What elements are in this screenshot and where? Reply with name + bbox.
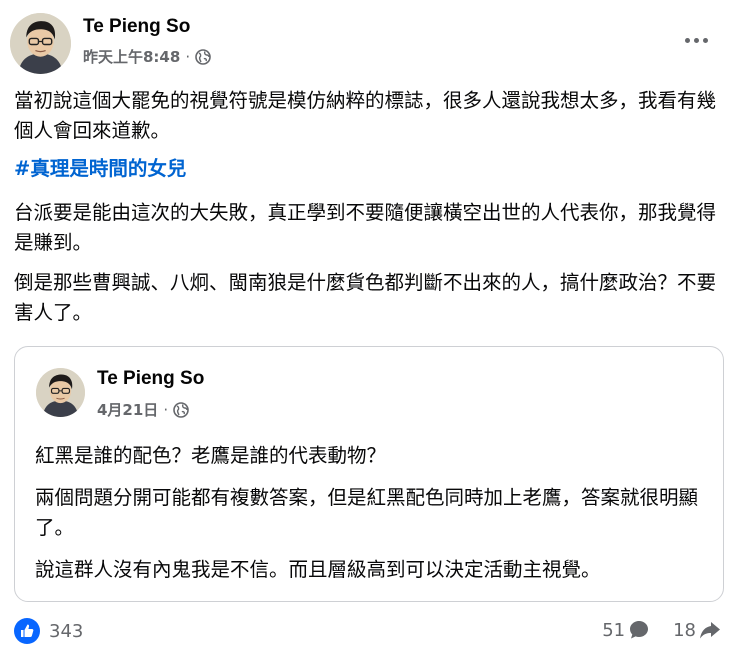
post-timestamp[interactable]: 昨天上午8:48 [83, 46, 180, 67]
share-icon [700, 622, 720, 639]
engagement-summary: 51 18 [602, 618, 722, 642]
post-paragraph-1: 當初說這個大罷免的視覺符號是模仿納粹的標誌，很多人還說我想太多，我看有幾個人會回… [14, 89, 717, 142]
avatar-illustration [36, 368, 85, 417]
meta-separator: · [185, 47, 191, 66]
post-meta: 昨天上午8:48 · [83, 46, 211, 67]
shared-paragraph-1: 紅黑是誰的配色？老鷹是誰的代表動物？ [35, 444, 387, 467]
comment-count: 51 [602, 619, 626, 641]
globe-icon[interactable] [195, 48, 211, 65]
author-avatar[interactable] [10, 13, 71, 74]
post-paragraph-3: 倒是那些曹興誠、八炯、閩南狼是什麼貨色都判斷不出來的人，搞什麼政治？不要害人了。 [14, 271, 717, 324]
meta-separator: · [163, 400, 169, 419]
globe-icon[interactable] [173, 401, 189, 418]
reactions-summary[interactable]: 343 [14, 618, 83, 644]
shared-paragraph-2: 兩個問題分開可能都有複數答案，但是紅黑配色同時加上老鷹，答案就很明顯了。 [35, 486, 699, 539]
avatar-illustration [10, 13, 71, 74]
shared-post-card[interactable]: Te Pieng So 4月21日 · 紅黑是誰的配色？老鷹是誰的代表動物？ 兩… [14, 346, 724, 602]
shared-paragraph-3: 說這群人沒有內鬼我是不信。而且層級高到可以決定活動主視覺。 [35, 558, 601, 581]
share-count: 18 [673, 619, 696, 641]
post-paragraph-2: 台派要是能由這次的大失敗，真正學到不要隨便讓橫空出世的人代表你，那我覺得是賺到。 [14, 201, 717, 254]
author-name[interactable]: Te Pieng So [83, 16, 190, 38]
shared-post-meta: 4月21日 · [97, 399, 189, 420]
shared-post-timestamp[interactable]: 4月21日 [97, 399, 158, 420]
comment-icon [630, 621, 649, 639]
like-icon [14, 618, 40, 644]
post-hashtag[interactable]: #真理是時間的女兒 [14, 154, 186, 184]
shares-count-button[interactable]: 18 [673, 618, 722, 642]
shared-author-avatar[interactable] [36, 368, 85, 417]
like-count: 343 [49, 620, 84, 642]
facebook-post: Te Pieng So 昨天上午8:48 · 當初說這個大罷免的視覺符號是模仿納… [0, 0, 732, 655]
shared-author-name[interactable]: Te Pieng So [97, 368, 204, 390]
more-options-icon[interactable] [676, 27, 716, 53]
comments-count-button[interactable]: 51 [602, 618, 651, 642]
